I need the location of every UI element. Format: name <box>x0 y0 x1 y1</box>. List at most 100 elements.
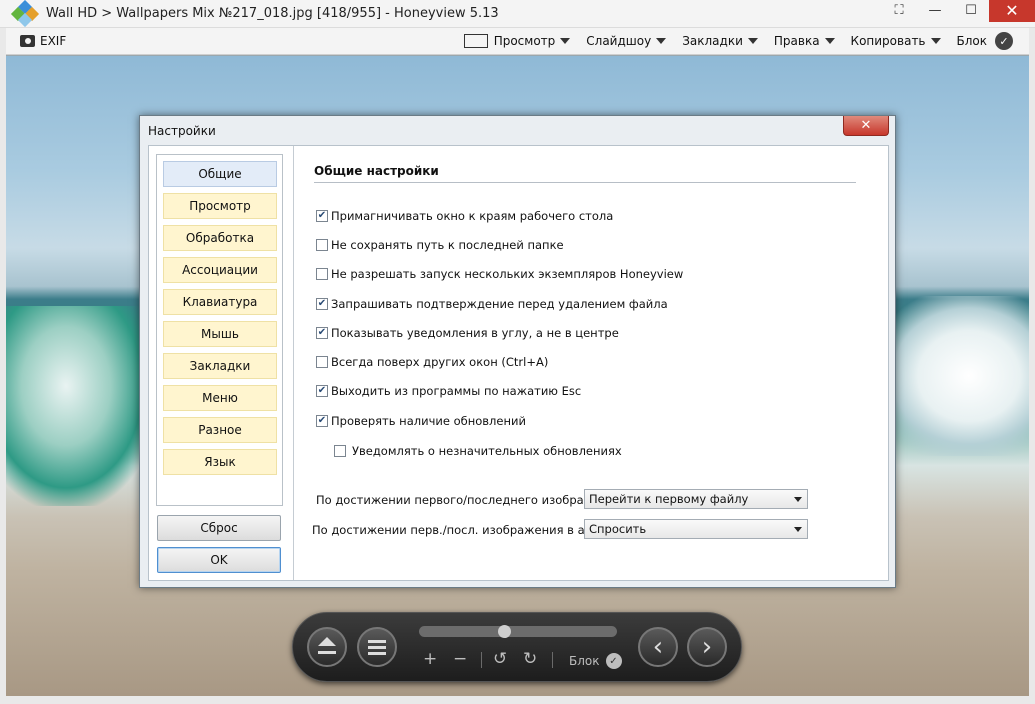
zoom-in-icon[interactable]: + <box>423 649 437 669</box>
option-single-instance[interactable]: Не разрешать запуск нескольких экземпляр… <box>316 267 683 281</box>
option-label: Показывать уведомления в углу, а не в це… <box>331 326 619 340</box>
menu-button[interactable] <box>357 627 397 667</box>
exif-button[interactable]: EXIF <box>20 34 66 48</box>
maximize-button[interactable]: ☐ <box>953 0 989 22</box>
option-label: Проверять наличие обновлений <box>331 414 526 428</box>
toolbar-separator <box>552 652 553 668</box>
checkbox-unchecked[interactable] <box>316 356 328 368</box>
option-snap-to-edges[interactable]: ✔ Примагничивать окно к краям рабочего с… <box>316 209 613 223</box>
option-confirm-delete[interactable]: ✔ Запрашивать подтверждение перед удален… <box>316 297 668 311</box>
image-wave-right <box>879 296 1029 456</box>
chevron-down-icon <box>930 38 941 44</box>
nav-item-associations[interactable]: Ассоциации <box>163 257 277 283</box>
select-value: Спросить <box>589 522 647 536</box>
zoom-out-icon[interactable]: − <box>453 649 467 669</box>
nav-item-keyboard[interactable]: Клавиатура <box>163 289 277 315</box>
dialog-close-button[interactable]: ✕ <box>843 116 889 136</box>
position-slider[interactable] <box>419 625 617 638</box>
option-label: Всегда поверх других окон (Ctrl+A) <box>331 355 549 369</box>
first-last-image-select[interactable]: Перейти к первому файлу <box>584 489 808 509</box>
nav-item-bookmarks[interactable]: Закладки <box>163 353 277 379</box>
viewer-toolbar: + − ↺ ↻ Блок ✓ ‹ › <box>292 612 742 682</box>
first-last-image-row: По достижении первого/последнего изображ… <box>316 493 627 507</box>
option-label: Не сохранять путь к последней папке <box>331 238 564 252</box>
menu-bookmarks[interactable]: Закладки <box>682 34 758 48</box>
nav-item-menu[interactable]: Меню <box>163 385 277 411</box>
nav-item-language[interactable]: Язык <box>163 449 277 475</box>
option-check-updates[interactable]: ✔ Проверять наличие обновлений <box>316 414 526 428</box>
rotate-left-icon[interactable]: ↺ <box>493 649 507 669</box>
checkbox-unchecked[interactable] <box>334 445 346 457</box>
checkbox-checked[interactable]: ✔ <box>316 210 328 222</box>
menu-edit-label: Правка <box>773 34 820 48</box>
option-label: Уведомлять о незначительных обновлениях <box>352 444 622 458</box>
menu-bar: EXIF Просмотр Слайдшоу Закладки Правка К… <box>0 28 1035 55</box>
nav-item-view[interactable]: Просмотр <box>163 193 277 219</box>
eject-icon <box>318 637 336 654</box>
chevron-down-icon <box>747 38 758 44</box>
close-button[interactable]: ✕ <box>989 0 1035 22</box>
nav-item-general[interactable]: Общие <box>163 161 277 187</box>
menu-view[interactable]: Просмотр <box>463 34 571 48</box>
option-minor-updates[interactable]: Уведомлять о незначительных обновлениях <box>334 444 622 458</box>
checkbox-unchecked[interactable] <box>316 268 328 280</box>
dialog-title: Настройки <box>148 123 216 138</box>
archive-image-select[interactable]: Спросить <box>584 519 808 539</box>
menu-slideshow-label: Слайдшоу <box>586 34 652 48</box>
fullscreen-button[interactable]: ⛶ <box>881 0 917 22</box>
menu-copy-label: Копировать <box>850 34 926 48</box>
view-icon <box>463 34 488 48</box>
prev-button[interactable]: ‹ <box>638 627 678 667</box>
frame-right <box>1029 28 1035 704</box>
checkbox-checked[interactable]: ✔ <box>316 298 328 310</box>
archive-image-row: По достижении перв./посл. изображения в … <box>312 523 624 537</box>
option-label: Выходить из программы по нажатию Esc <box>331 384 582 398</box>
select-value: Перейти к первому файлу <box>589 492 749 506</box>
frame-bottom <box>0 696 1035 704</box>
rotate-right-icon[interactable]: ↻ <box>523 649 537 669</box>
option-always-on-top[interactable]: Всегда поверх других окон (Ctrl+A) <box>316 355 548 369</box>
option-label: Запрашивать подтверждение перед удаление… <box>331 297 668 311</box>
checkbox-checked[interactable]: ✔ <box>316 327 328 339</box>
chevron-right-icon: › <box>701 632 713 662</box>
option-exit-on-esc[interactable]: ✔ Выходить из программы по нажатию Esc <box>316 384 581 398</box>
toolbar-lock[interactable]: Блок ✓ <box>569 653 622 669</box>
menu-bookmarks-label: Закладки <box>682 34 743 48</box>
toolbar-separator <box>481 652 482 668</box>
slider-thumb[interactable] <box>498 625 511 638</box>
section-title: Общие настройки <box>314 164 439 178</box>
camera-icon <box>20 35 35 47</box>
ok-button[interactable]: OK <box>157 547 281 573</box>
eject-button[interactable] <box>307 627 347 667</box>
select-label: По достижении первого/последнего изображ… <box>316 493 627 507</box>
check-circle-icon: ✓ <box>995 32 1013 50</box>
settings-nav: Общие Просмотр Обработка Ассоциации Клав… <box>156 154 283 506</box>
minimize-button[interactable]: — <box>917 0 953 22</box>
menu-edit[interactable]: Правка <box>774 34 835 48</box>
menu-lock[interactable]: Блок ✓ <box>956 32 1013 50</box>
check-circle-icon: ✓ <box>605 653 622 669</box>
window-title: Wall HD > Wallpapers Mix №217_018.jpg [4… <box>46 6 499 21</box>
checkbox-unchecked[interactable] <box>316 239 328 251</box>
option-label: Примагничивать окно к краям рабочего сто… <box>331 209 614 223</box>
option-dont-save-path[interactable]: Не сохранять путь к последней папке <box>316 238 564 252</box>
menu-slideshow[interactable]: Слайдшоу <box>586 34 667 48</box>
option-corner-notifications[interactable]: ✔ Показывать уведомления в углу, а не в … <box>316 326 619 340</box>
checkbox-checked[interactable]: ✔ <box>316 385 328 397</box>
settings-content: Общие настройки ✔ Примагничивать окно к … <box>293 146 890 580</box>
image-wave-left <box>6 306 156 506</box>
next-button[interactable]: › <box>687 627 727 667</box>
toolbar-lock-label: Блок <box>569 654 600 668</box>
menu-view-label: Просмотр <box>493 34 556 48</box>
menu-lock-label: Блок <box>956 34 988 48</box>
hamburger-icon <box>368 639 386 655</box>
nav-item-mouse[interactable]: Мышь <box>163 321 277 347</box>
chevron-left-icon: ‹ <box>652 632 664 662</box>
honeyview-logo-icon <box>10 0 40 27</box>
dialog-body: Общие Просмотр Обработка Ассоциации Клав… <box>148 145 889 581</box>
nav-item-processing[interactable]: Обработка <box>163 225 277 251</box>
checkbox-checked[interactable]: ✔ <box>316 415 328 427</box>
menu-copy[interactable]: Копировать <box>851 34 941 48</box>
reset-button[interactable]: Сброс <box>157 515 281 541</box>
nav-item-misc[interactable]: Разное <box>163 417 277 443</box>
